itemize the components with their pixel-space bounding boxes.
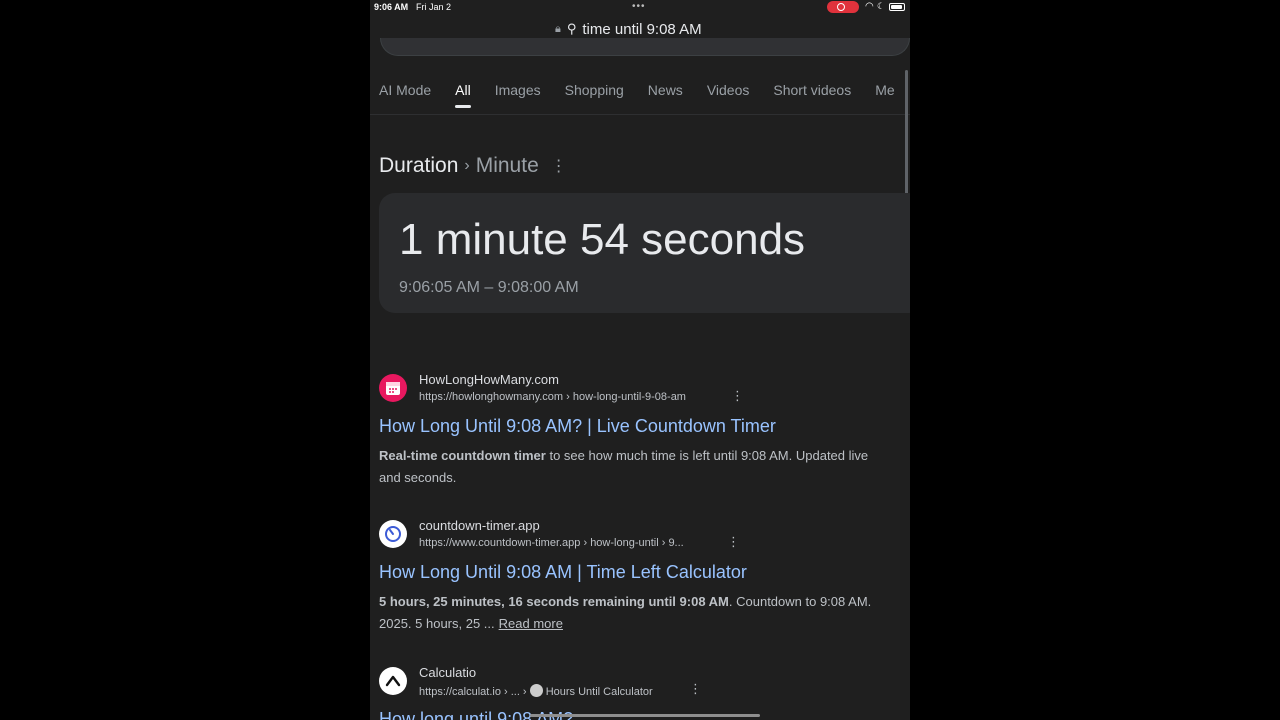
result-source[interactable]: countdown-timer.app https://www.countdow… [379,518,910,552]
snippet-text: to see how much time is left until 9:08 … [545,448,869,463]
status-time: 9:06 AM [374,2,409,12]
search-icon: ⚲ [566,21,577,36]
status-bar: 9:06 AM Fri Jan 2 ••• ◠ ☾ [370,0,910,14]
site-url-prefix: https://calculat.io › ... › [419,686,527,698]
result-source[interactable]: Calculatio https://calculat.io › ... › H… [379,665,910,699]
calendar-favicon-icon [379,374,407,402]
site-url: https://www.countdown-timer.app › how-lo… [419,537,684,549]
search-box[interactable] [380,38,910,56]
duration-header: Duration › Minute ⋮ [379,154,567,178]
home-indicator[interactable] [530,714,760,717]
search-tabs: AI Mode All Images Shopping News Videos … [379,82,910,108]
site-url-suffix: Hours Until Calculator [545,686,653,698]
globe-icon [529,684,543,697]
tab-ai-mode[interactable]: AI Mode [379,82,431,106]
site-url: https://howlonghowmany.com › how-long-un… [419,391,686,403]
address-bar[interactable]: 🔒︎ ⚲ time until 9:08 AM [555,18,702,40]
snippet-line2: and seconds. [379,470,457,485]
result-title-link[interactable]: How Long Until 9:08 AM | Time Left Calcu… [379,562,910,583]
read-more-link[interactable]: Read more [499,616,563,631]
search-result: countdown-timer.app https://www.countdow… [379,518,910,635]
duration-value: 1 minute 54 seconds [399,215,806,264]
tab-more[interactable]: Me [875,82,894,106]
status-date: Fri Jan 2 [416,2,452,12]
result-more-icon[interactable]: ⋮ [689,681,702,697]
result-more-icon[interactable]: ⋮ [731,388,744,404]
focus-moon-icon: ☾ [877,1,886,11]
tab-images[interactable]: Images [495,82,541,106]
tab-news[interactable]: News [648,82,683,106]
duration-unit-selector[interactable]: Minute [476,154,539,178]
tab-shopping[interactable]: Shopping [565,82,624,106]
tab-short-videos[interactable]: Short videos [773,82,851,106]
duration-card: 1 minute 54 seconds 9:06:05 AM – 9:08:00… [379,193,910,313]
result-more-icon[interactable]: ⋮ [727,534,740,550]
timer-favicon-icon [379,520,407,548]
result-snippet: 5 hours, 25 minutes, 16 seconds remainin… [379,591,910,635]
wifi-icon: ◠ [865,1,874,12]
site-url: https://calculat.io › ... › Hours Until … [419,684,653,698]
snippet-bold: Real-time countdown timer [379,448,546,463]
snippet-text: . Countdown to 9:08 AM. [728,594,872,609]
search-query[interactable]: time until 9:08 AM [582,21,701,38]
snippet-bold: 5 hours, 25 minutes, 16 seconds remainin… [379,594,729,609]
result-source[interactable]: HowLongHowMany.com https://howlonghowman… [379,372,910,406]
tabs-divider [370,114,910,115]
phone-screen: 9:06 AM Fri Jan 2 ••• ◠ ☾ 🔒︎ ⚲ time unti… [370,0,910,720]
duration-title: Duration [379,154,459,177]
search-result: HowLongHowMany.com https://howlonghowman… [379,372,910,489]
lock-icon: 🔒︎ [555,22,561,35]
tab-videos[interactable]: Videos [707,82,750,106]
search-result: Calculatio https://calculat.io › ... › H… [379,665,910,720]
site-name: HowLongHowMany.com [419,372,559,387]
calculatio-favicon-icon [379,667,407,695]
site-name: countdown-timer.app [419,518,540,533]
breadcrumb-separator: › [464,157,470,174]
multitasking-dots-icon[interactable]: ••• [632,1,646,12]
snippet-line2: 2025. 5 hours, 25 ... [379,616,495,631]
result-snippet: Real-time countdown timer to see how muc… [379,445,910,489]
site-name: Calculatio [419,665,477,680]
result-title-link[interactable]: How Long Until 9:08 AM? | Live Countdown… [379,416,910,437]
tab-all[interactable]: All [455,82,471,108]
more-options-icon[interactable]: ⋮ [551,156,567,176]
screen-recording-icon[interactable] [827,1,859,13]
battery-icon [889,3,905,11]
duration-range: 9:06:05 AM – 9:08:00 AM [399,279,579,296]
